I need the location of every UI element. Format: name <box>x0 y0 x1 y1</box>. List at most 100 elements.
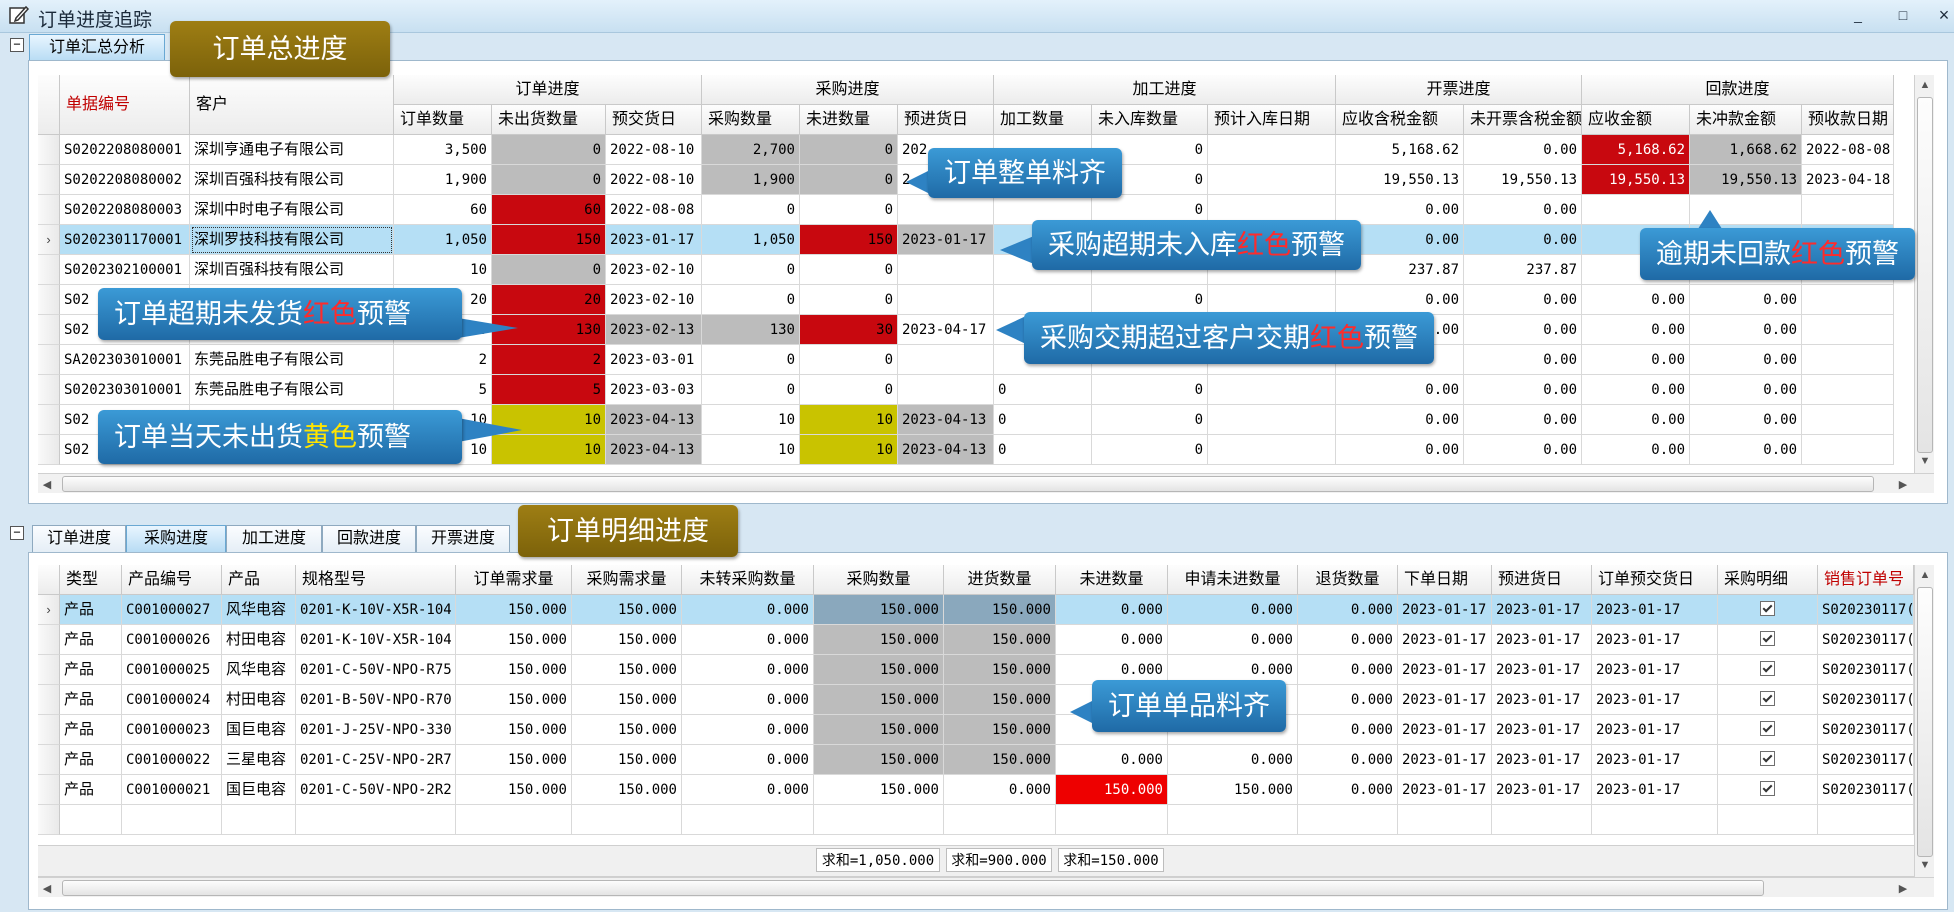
table-cell[interactable]: S020230117( <box>1818 715 1914 745</box>
table-cell[interactable]: 1,050 <box>394 225 492 255</box>
table-cell[interactable]: 2023-04-13 <box>606 435 702 465</box>
col-header[interactable]: 规格型号 <box>296 565 456 595</box>
table-cell[interactable]: 150 <box>492 225 606 255</box>
table-cell[interactable]: 0.000 <box>682 745 814 775</box>
scroll-thumb[interactable] <box>62 880 1764 896</box>
table-cell[interactable] <box>1802 345 1894 375</box>
table-cell[interactable]: 2023-01-17 <box>1398 745 1492 775</box>
table-cell[interactable]: 2 <box>492 345 606 375</box>
table-cell[interactable]: 10 <box>394 255 492 285</box>
table-cell[interactable]: 1,668.62 <box>1690 135 1802 165</box>
scroll-thumb[interactable] <box>1917 97 1933 453</box>
row-indicator[interactable] <box>38 135 60 165</box>
purchase-detail-checkbox[interactable] <box>1718 745 1818 775</box>
col-header[interactable]: 订单预交货日 <box>1592 565 1718 595</box>
table-cell[interactable]: 0.00 <box>1336 375 1464 405</box>
empty-cell[interactable] <box>1056 805 1168 835</box>
table-cell[interactable]: 150.000 <box>814 655 944 685</box>
col-header[interactable]: 预交货日 <box>606 105 702 135</box>
empty-cell[interactable] <box>296 805 456 835</box>
scroll-right-icon[interactable]: ▶ <box>1896 478 1910 491</box>
table-cell[interactable]: 0.000 <box>1298 625 1398 655</box>
col-header-customer[interactable]: 客户 <box>190 75 394 135</box>
table-cell[interactable]: 0.00 <box>1582 315 1690 345</box>
empty-cell[interactable] <box>456 805 572 835</box>
table-cell[interactable]: 深圳百强科技有限公司 <box>190 255 394 285</box>
col-header[interactable]: 预进货日 <box>898 105 994 135</box>
table-cell[interactable]: 0 <box>702 255 800 285</box>
table-cell[interactable]: 0.00 <box>1582 435 1690 465</box>
table-cell[interactable]: 0.000 <box>1056 625 1168 655</box>
table-cell[interactable]: 150.000 <box>814 685 944 715</box>
table-cell[interactable]: 150.000 <box>456 655 572 685</box>
table-cell[interactable] <box>1802 195 1894 225</box>
table-cell[interactable]: 150.000 <box>572 745 682 775</box>
table-cell[interactable]: 150 <box>800 225 898 255</box>
checkbox-checked-icon[interactable] <box>1760 721 1775 736</box>
table-cell[interactable]: 237.87 <box>1464 255 1582 285</box>
table-cell[interactable]: 0.00 <box>1464 135 1582 165</box>
table-cell[interactable]: 0.000 <box>682 685 814 715</box>
row-indicator[interactable] <box>38 195 60 225</box>
table-cell[interactable]: 150.000 <box>572 775 682 805</box>
scroll-left-icon[interactable]: ◀ <box>40 478 54 491</box>
checkbox-checked-icon[interactable] <box>1760 781 1775 796</box>
col-header[interactable]: 应收金额 <box>1582 105 1690 135</box>
table-cell[interactable]: 0.000 <box>682 625 814 655</box>
table-cell[interactable] <box>898 255 994 285</box>
table-cell[interactable]: C001000025 <box>122 655 222 685</box>
scroll-up-icon[interactable]: ▲ <box>1918 79 1932 91</box>
table-cell[interactable]: 2023-01-17 <box>1592 715 1718 745</box>
table-cell[interactable]: 0.00 <box>1582 345 1690 375</box>
empty-cell[interactable] <box>1398 805 1492 835</box>
row-indicator[interactable] <box>38 655 60 685</box>
checkbox-checked-icon[interactable] <box>1760 601 1775 616</box>
col-header[interactable]: 采购需求量 <box>572 565 682 595</box>
table-cell[interactable]: 产品 <box>60 655 122 685</box>
col-header[interactable]: 产品 <box>222 565 296 595</box>
table-cell[interactable]: S020230117( <box>1818 655 1914 685</box>
horizontal-scrollbar[interactable]: ◀ ▶ <box>38 877 1934 897</box>
table-cell[interactable]: 150.000 <box>456 745 572 775</box>
table-cell[interactable]: 0.00 <box>1690 285 1802 315</box>
row-indicator[interactable] <box>38 625 60 655</box>
empty-cell[interactable] <box>1298 805 1398 835</box>
table-cell[interactable]: 150.000 <box>1056 775 1168 805</box>
row-indicator[interactable]: › <box>38 595 60 625</box>
empty-cell[interactable] <box>944 805 1056 835</box>
table-cell[interactable]: 5,168.62 <box>1582 135 1690 165</box>
table-cell[interactable]: C001000021 <box>122 775 222 805</box>
table-cell[interactable]: 0.00 <box>1690 405 1802 435</box>
table-cell[interactable]: 深圳中时电子有限公司 <box>190 195 394 225</box>
table-cell[interactable] <box>1208 435 1336 465</box>
table-cell[interactable]: 2023-04-18 <box>1802 165 1894 195</box>
empty-cell[interactable] <box>1168 805 1298 835</box>
purchase-detail-checkbox[interactable] <box>1718 715 1818 745</box>
table-cell[interactable]: 深圳亨通电子有限公司 <box>190 135 394 165</box>
table-cell[interactable]: 10 <box>702 435 800 465</box>
col-header[interactable]: 加工数量 <box>994 105 1092 135</box>
tab-payment-progress[interactable]: 回款进度 <box>322 525 416 552</box>
table-cell[interactable]: 0 <box>800 285 898 315</box>
empty-cell[interactable] <box>572 805 682 835</box>
table-cell[interactable]: 2023-01-17 <box>1398 685 1492 715</box>
tab-order-progress[interactable]: 订单进度 <box>32 525 126 552</box>
table-cell[interactable]: 0201-C-25V-NPO-2R7 <box>296 745 456 775</box>
maximize-button[interactable]: □ <box>1893 6 1913 24</box>
table-cell[interactable]: C001000022 <box>122 745 222 775</box>
scroll-up-icon[interactable]: ▲ <box>1918 569 1932 581</box>
table-cell[interactable]: 10 <box>800 435 898 465</box>
empty-cell[interactable] <box>1592 805 1718 835</box>
table-cell[interactable]: 0.00 <box>1464 285 1582 315</box>
table-cell[interactable]: 0.00 <box>1582 405 1690 435</box>
table-cell[interactable]: 国巨电容 <box>222 775 296 805</box>
table-cell[interactable]: 2023-01-17 <box>1398 655 1492 685</box>
table-cell[interactable]: 60 <box>394 195 492 225</box>
table-cell[interactable]: 0 <box>994 375 1092 405</box>
table-cell[interactable]: 风华电容 <box>222 595 296 625</box>
table-cell[interactable]: 2022-08-08 <box>1802 135 1894 165</box>
scroll-thumb[interactable] <box>62 476 1874 492</box>
table-cell[interactable]: 0 <box>492 165 606 195</box>
scroll-left-icon[interactable]: ◀ <box>40 882 54 895</box>
scroll-thumb[interactable] <box>1917 587 1933 857</box>
